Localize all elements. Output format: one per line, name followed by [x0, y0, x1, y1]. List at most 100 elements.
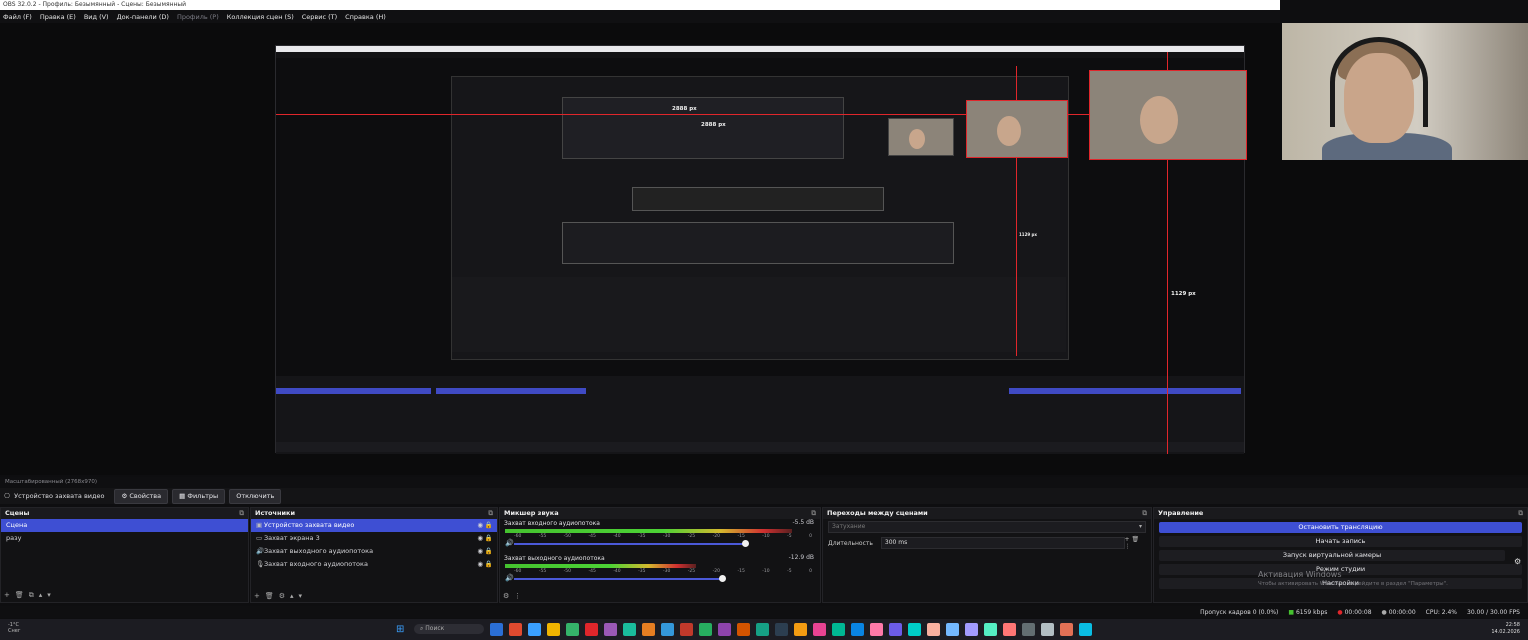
scenes-title-text: Сцены: [5, 509, 30, 517]
scene-item[interactable]: Сцена: [1, 519, 248, 532]
weather-widget[interactable]: -1°C Снег: [8, 622, 20, 634]
popout-icon[interactable]: ⧉: [1518, 508, 1523, 519]
taskbar-app-icon[interactable]: [794, 623, 807, 636]
taskbar-app-icon[interactable]: [1041, 623, 1054, 636]
nested-menubar: [276, 52, 1244, 58]
record-icon: ●: [1381, 608, 1387, 616]
menu-item[interactable]: Справка (H): [345, 13, 386, 21]
eye-icon[interactable]: ◉: [477, 532, 483, 545]
system-tray[interactable]: 22:58 14.02.2026: [1491, 622, 1520, 636]
weather-desc: Снег: [8, 628, 21, 634]
eye-icon[interactable]: ◉: [477, 519, 483, 532]
menu-item[interactable]: Правка (E): [40, 13, 76, 21]
lock-icon[interactable]: 🔒: [485, 558, 493, 571]
taskbar-app-icon[interactable]: [756, 623, 769, 636]
nested-level-5: [452, 277, 1066, 352]
stop-stream-button[interactable]: Остановить трансляцию: [1159, 522, 1522, 533]
taskbar-app-icon[interactable]: [1060, 623, 1073, 636]
nested-source-sel: [436, 388, 586, 394]
transition-type-row: Затухание: [823, 519, 1151, 535]
deactivate-button[interactable]: Отключить: [229, 488, 282, 504]
popout-icon[interactable]: ⧉: [811, 508, 816, 519]
properties-label: Свойства: [129, 491, 162, 500]
menu-item[interactable]: Вид (V): [84, 13, 109, 21]
speaker-icon[interactable]: 🔊: [505, 539, 514, 547]
taskbar-app-icon[interactable]: [547, 623, 560, 636]
volume-slider[interactable]: [514, 540, 750, 547]
taskbar-app-icon[interactable]: [718, 623, 731, 636]
taskbar-app-icon[interactable]: [737, 623, 750, 636]
taskbar-app-icon[interactable]: [680, 623, 693, 636]
filters-button[interactable]: ▦ Фильтры: [172, 488, 226, 504]
search-placeholder: Поиск: [425, 625, 445, 632]
menu-item[interactable]: Файл (F): [3, 13, 32, 21]
sources-footer-controls[interactable]: +🗑⚙▴▾: [254, 592, 307, 600]
taskbar-app-icon[interactable]: [927, 623, 940, 636]
taskbar-app-icon[interactable]: [585, 623, 598, 636]
taskbar-app-icon[interactable]: [1003, 623, 1016, 636]
source-toolbar: ⎔ Устройство захвата видео ⚙ Свойства ▦ …: [0, 488, 1528, 504]
taskbar-app-icon[interactable]: [1022, 623, 1035, 636]
menu-item[interactable]: Док-панели (D): [117, 13, 169, 21]
menu-bar: Файл (F) Правка (E) Вид (V) Док-панели (D) П…: [0, 10, 1280, 23]
source-item[interactable]: 🎙Захват входного аудиопотока ◉ 🔒: [251, 558, 497, 571]
source-item[interactable]: 🔊Захват выходного аудиопотока ◉ 🔒: [251, 545, 497, 558]
taskbar-app-icon[interactable]: [908, 623, 921, 636]
lock-icon[interactable]: 🔒: [485, 532, 493, 545]
taskbar-app-icon[interactable]: [623, 623, 636, 636]
taskbar-app-icon[interactable]: [490, 623, 503, 636]
source-item[interactable]: ▣ Устройство захвата видео ◉ 🔒: [251, 519, 497, 532]
transition-type-select[interactable]: Затухание: [828, 521, 1146, 533]
popout-icon[interactable]: ⧉: [239, 508, 244, 519]
eye-icon[interactable]: ◉: [477, 558, 483, 571]
taskbar-app-icon[interactable]: [965, 623, 978, 636]
nested-screen-capture: 2888 px 2888 px 1129 px 1129 px: [275, 45, 1247, 454]
taskbar-app-icon[interactable]: [946, 623, 959, 636]
eye-icon[interactable]: ◉: [477, 545, 483, 558]
speaker-icon[interactable]: 🔊: [505, 574, 514, 582]
mixer-title: Микшер звука ⧉: [500, 508, 820, 519]
taskbar-app-icon[interactable]: [699, 623, 712, 636]
taskbar-app-icon[interactable]: [813, 623, 826, 636]
scenes-footer-controls[interactable]: +🗑⧉▴▾: [4, 591, 56, 600]
taskbar-app-icon[interactable]: [661, 623, 674, 636]
dropped-frames: Пропуск кадров 0 (0.0%): [1200, 608, 1279, 616]
menu-item[interactable]: Коллекция сцен (S): [227, 13, 294, 21]
transitions-dock: Переходы между сценами ⧉ Затухание Длител…: [822, 507, 1152, 603]
menu-item[interactable]: Профиль (P): [177, 13, 219, 21]
windows-start-icon[interactable]: ⊞: [396, 624, 404, 635]
taskbar-app-icon[interactable]: [528, 623, 541, 636]
taskbar-search[interactable]: ⌕ Поиск: [414, 624, 484, 634]
slider-knob[interactable]: [742, 540, 750, 547]
duration-input[interactable]: 300 ms: [880, 537, 1125, 549]
menu-item[interactable]: Сервис (T): [302, 13, 337, 21]
taskbar-app-icon[interactable]: [775, 623, 788, 636]
start-recording-button[interactable]: Начать запись: [1159, 536, 1522, 547]
lock-icon[interactable]: 🔒: [485, 545, 493, 558]
taskbar-app-icon[interactable]: [870, 623, 883, 636]
popout-icon[interactable]: ⧉: [1142, 508, 1147, 519]
taskbar-app-icon[interactable]: [889, 623, 902, 636]
scene-item[interactable]: разу: [1, 532, 248, 545]
source-item[interactable]: ▭ Захват экрана 3 ◉ 🔒: [251, 532, 497, 545]
volume-slider[interactable]: [514, 575, 726, 582]
taskbar-app-icon[interactable]: [604, 623, 617, 636]
taskbar-app-icon[interactable]: [509, 623, 522, 636]
properties-button[interactable]: ⚙ Свойства: [114, 488, 169, 504]
slider-knob[interactable]: [719, 575, 726, 582]
transitions-title-text: Переходы между сценами: [827, 509, 928, 517]
transition-controls[interactable]: + 🗑 ⋮: [1125, 536, 1146, 550]
mixer-footer-controls[interactable]: ⚙⋮: [503, 592, 526, 600]
virtual-camera-button[interactable]: Запуск виртуальной камеры: [1159, 550, 1505, 561]
gear-icon[interactable]: ⚙: [1514, 557, 1521, 566]
taskbar-app-icon[interactable]: [1079, 623, 1092, 636]
taskbar-app-icon[interactable]: [832, 623, 845, 636]
taskbar-app-icon[interactable]: [851, 623, 864, 636]
popout-icon[interactable]: ⧉: [488, 508, 493, 519]
taskbar-app-icon[interactable]: [984, 623, 997, 636]
taskbar-app-icon[interactable]: [642, 623, 655, 636]
controls-title: Управление ⧉: [1154, 508, 1527, 519]
taskbar-app-icon[interactable]: [566, 623, 579, 636]
lock-icon[interactable]: 🔒: [485, 519, 493, 532]
preview-canvas[interactable]: 2888 px 2888 px 1129 px 1129 px: [0, 23, 1528, 475]
